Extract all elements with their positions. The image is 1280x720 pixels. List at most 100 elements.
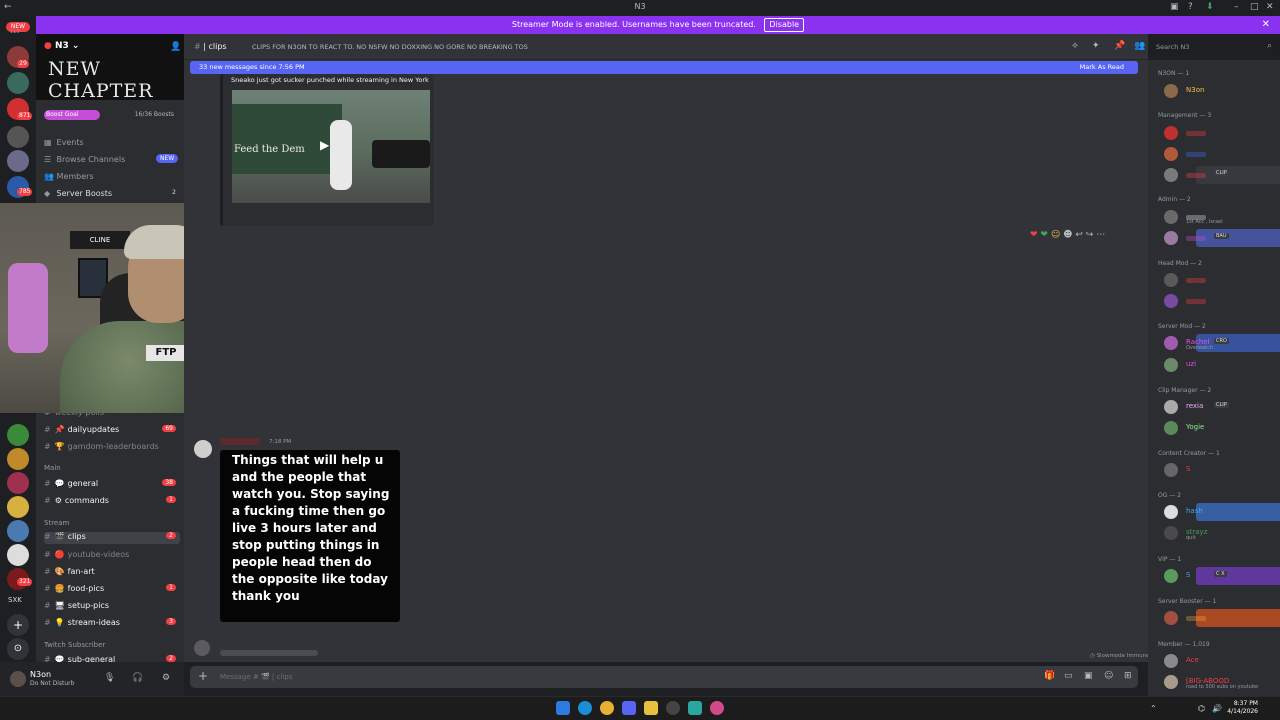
apps-icon[interactable]: ⊞ [1124, 671, 1132, 681]
forward-icon[interactable]: ↪ [1086, 230, 1094, 240]
close-banner-icon[interactable]: ✕ [1262, 16, 1270, 34]
member-item[interactable]: SC X [1156, 567, 1280, 585]
member-item[interactable]: hash [1156, 503, 1280, 521]
discord-icon[interactable] [622, 701, 636, 715]
notification-settings-icon[interactable]: ✦ [1092, 41, 1100, 51]
member-item[interactable]: uzi [1156, 356, 1276, 374]
add-reaction-icon[interactable]: ☻ [1063, 230, 1072, 240]
add-server-icon[interactable]: + [7, 614, 29, 636]
member-item[interactable]: strayz quit [1156, 524, 1276, 542]
help-icon[interactable]: ? [1188, 2, 1193, 12]
member-item[interactable]: Rachel CRO Overwatch [1156, 334, 1280, 352]
server-icon[interactable] [7, 472, 29, 494]
message-composer[interactable]: + Message # 🎬 | clips 🎁 ▭ ▣ ☺ ⊞ [190, 666, 1138, 688]
green-heart-reaction-icon[interactable]: ❤ [1040, 230, 1048, 240]
app-icon[interactable] [710, 701, 724, 715]
category-stream[interactable]: Stream [44, 519, 69, 527]
channel-setup-pics[interactable]: # 🖥 setup-pics [44, 601, 180, 610]
channel-food-pics[interactable]: # 🍔 food-pics 1 [44, 584, 180, 593]
server-icon[interactable] [7, 150, 29, 172]
play-icon[interactable]: ▶ [320, 138, 329, 152]
add-member-icon[interactable]: 👤 [170, 42, 181, 52]
server-icon[interactable] [7, 520, 29, 542]
channel-topic[interactable]: CLIPS FOR N3ON TO REACT TO. NO NSFW NO D… [252, 43, 528, 51]
download-icon[interactable]: ⬇ [1206, 2, 1214, 12]
settings-gear-icon[interactable]: ⚙ [162, 673, 170, 683]
avatar[interactable] [194, 640, 210, 656]
app-icon[interactable] [688, 701, 702, 715]
member-item[interactable]: [BIG-ABOOD road to 500 subs on youtube [1156, 673, 1276, 691]
avatar[interactable] [10, 671, 26, 687]
heart-reaction-icon[interactable]: ❤ [1030, 230, 1038, 240]
server-header[interactable]: ● N3 ⌄ 👤 NEW CHAPTER [36, 34, 184, 102]
member-item[interactable] [1156, 271, 1276, 289]
chrome-icon[interactable] [600, 701, 614, 715]
emoji-picker-icon[interactable]: ☺ [1104, 671, 1113, 681]
volume-icon[interactable]: 🔊 [1212, 704, 1222, 713]
obs-icon[interactable] [666, 701, 680, 715]
server-icon[interactable] [7, 72, 29, 94]
embed-title[interactable]: Sneako just got sucker punched while str… [231, 76, 429, 84]
member-item[interactable]: 1st Acc , Israel [1156, 208, 1276, 226]
member-item[interactable]: CLIP [1156, 166, 1280, 184]
discover-icon[interactable]: ⊙ [7, 638, 29, 660]
member-item[interactable]: Ace [1156, 652, 1276, 670]
server-icon[interactable] [7, 424, 29, 446]
channel-youtube-videos[interactable]: # 🔴 youtube-videos [44, 550, 180, 559]
embed-thumbnail[interactable]: Feed the Dem ▶ [232, 90, 430, 203]
member-item[interactable] [1156, 145, 1276, 163]
avatar[interactable] [194, 440, 212, 458]
member-item[interactable] [1156, 124, 1276, 142]
member-item[interactable] [1156, 609, 1280, 627]
new-messages-bar[interactable]: 33 new messages since 7:56 PM Mark As Re… [190, 61, 1138, 74]
message-input[interactable]: Message # 🎬 | clips [220, 673, 292, 681]
message-author[interactable] [220, 438, 260, 445]
server-icon[interactable] [7, 448, 29, 470]
mute-mic-icon[interactable]: 🎙 [104, 673, 115, 683]
nav-members[interactable]: 👥 Members [44, 172, 94, 181]
reply-icon[interactable]: ↩ [1075, 230, 1083, 240]
server-icon[interactable] [7, 544, 29, 566]
minimize-icon[interactable]: – [1234, 2, 1239, 12]
pinned-messages-icon[interactable]: 📌 [1114, 41, 1125, 51]
member-item[interactable] [1156, 292, 1276, 310]
member-item[interactable]: BAU [1156, 229, 1280, 247]
close-window-icon[interactable]: ✕ [1266, 2, 1274, 12]
server-icon[interactable] [7, 496, 29, 518]
boost-goal-bar[interactable]: Boost Goal 16/36 Boosts [44, 110, 178, 120]
emoji-reaction-icon[interactable]: ☺ [1051, 230, 1060, 240]
tray-chevron-icon[interactable]: ⌃ [1150, 704, 1157, 713]
file-explorer-icon[interactable] [644, 701, 658, 715]
channel-fan-art[interactable]: # 🎨 fan-art [44, 567, 180, 576]
nav-server-boosts[interactable]: ◆ Server Boosts 2 [44, 189, 182, 198]
nav-events[interactable]: ▦ Events [44, 138, 84, 147]
mark-as-read-button[interactable]: Mark As Read [1080, 63, 1124, 71]
channel-gamdom-leaderboards[interactable]: # 🏆 gamdom-leaderboards [44, 442, 180, 451]
disable-streamer-mode-button[interactable]: Disable [764, 18, 805, 32]
sticker-icon[interactable]: ▣ [1084, 671, 1093, 681]
category-main[interactable]: Main [44, 464, 61, 472]
channel-commands[interactable]: # ⚙ commands 1 [44, 496, 180, 505]
channel-general[interactable]: # 💬 general 38 [44, 479, 180, 488]
server-icon[interactable] [7, 126, 29, 148]
message-image[interactable]: Things that will help u and the people t… [220, 450, 400, 622]
threads-icon[interactable]: ⟡ [1072, 41, 1078, 51]
windows-start-icon[interactable] [556, 701, 570, 715]
category-twitch-subscriber[interactable]: Twitch Subscriber [44, 641, 105, 649]
member-list-icon[interactable]: 👥 [1134, 41, 1145, 51]
server-name[interactable]: ● N3 ⌄ [44, 41, 79, 51]
maximize-icon[interactable]: □ [1250, 2, 1259, 12]
nav-browse-channels[interactable]: ☰ Browse Channels [44, 155, 125, 164]
member-item[interactable]: N3on [1156, 82, 1276, 100]
edge-icon[interactable] [578, 701, 592, 715]
channel-dailyupdates[interactable]: # 📌 dailyupdates 69 [44, 425, 180, 434]
inbox-icon[interactable]: ▣ [1170, 2, 1179, 12]
member-item[interactable]: Yogie [1156, 419, 1276, 437]
channel-sub-general[interactable]: # 💬 sub-general 2 [44, 655, 180, 662]
more-options-icon[interactable]: ⋯ [1096, 230, 1105, 240]
channel-clips[interactable]: # 🎬 clips 2 [44, 532, 180, 544]
attach-icon[interactable]: + [198, 669, 208, 683]
server-sxk[interactable]: SXK [8, 596, 22, 604]
headphones-icon[interactable]: 🎧 [132, 673, 143, 683]
channel-stream-ideas[interactable]: # 💡 stream-ideas 3 [44, 618, 180, 627]
